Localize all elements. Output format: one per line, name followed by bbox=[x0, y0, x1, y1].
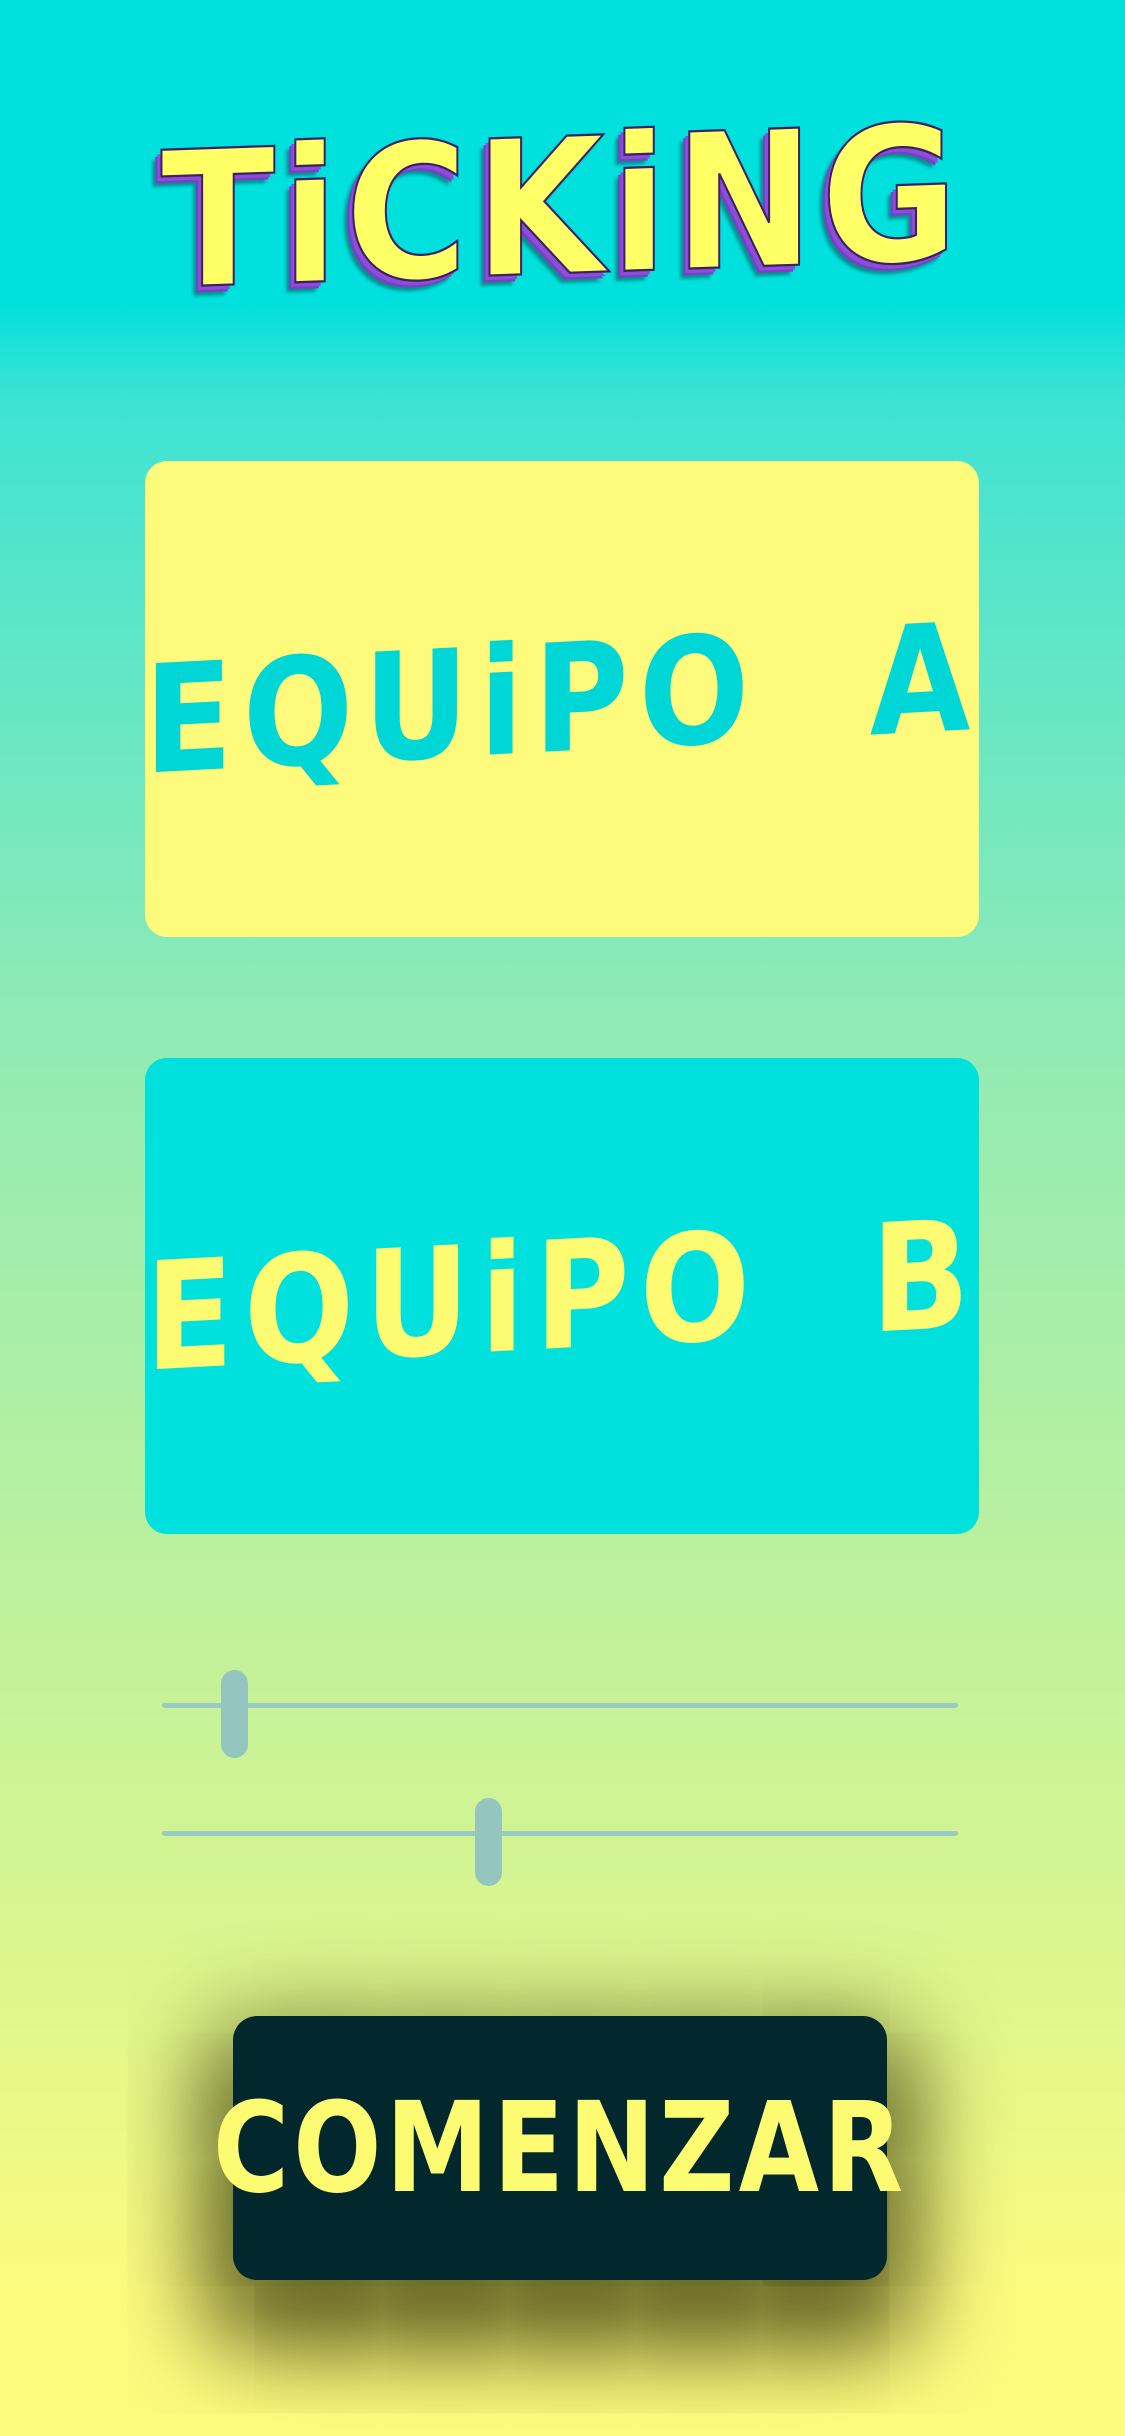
slider-1-track[interactable] bbox=[162, 1703, 958, 1708]
slider-1-thumb[interactable] bbox=[220, 1670, 248, 1758]
start-button[interactable]: COMENZAR bbox=[213, 2016, 903, 2280]
team-b-label: EQUiPO B bbox=[144, 1186, 980, 1406]
start-button-label: COMENZAR bbox=[212, 2074, 908, 2222]
slider-2-thumb[interactable] bbox=[475, 1798, 503, 1886]
slider-2[interactable] bbox=[162, 1798, 958, 1886]
slider-1[interactable] bbox=[162, 1670, 958, 1758]
team-b-button[interactable]: EQUiPO B bbox=[145, 1058, 979, 1534]
app-title: TiCKiNG bbox=[160, 83, 966, 333]
team-a-button[interactable]: EQUiPO A bbox=[143, 461, 981, 937]
team-a-label: EQUiPO A bbox=[143, 589, 981, 809]
slider-2-track[interactable] bbox=[162, 1831, 958, 1836]
